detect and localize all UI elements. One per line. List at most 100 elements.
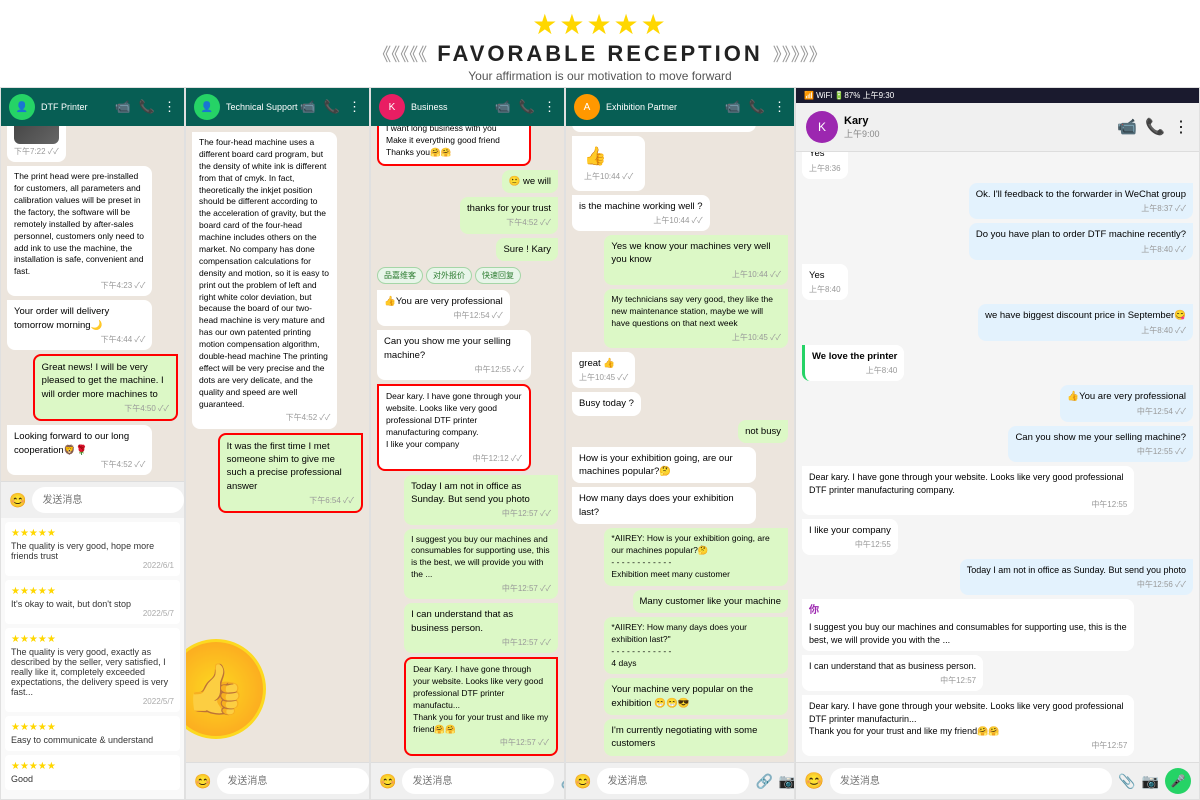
- msg-discount-sept: we have biggest discount price in Septem…: [978, 304, 1193, 340]
- favorable-subtitle: Your affirmation is our motivation to mo…: [0, 69, 1200, 83]
- video-icon-5[interactable]: 📹: [1117, 117, 1137, 137]
- chat-input-3[interactable]: [402, 768, 554, 794]
- chat-input-1[interactable]: [32, 487, 184, 513]
- msg-busy: Busy today ?: [572, 392, 641, 415]
- chat-messages-1: 🖨️ 下午7:22 ✓✓ The print head were pre-ins…: [1, 126, 184, 481]
- msg-text-popular-exhibition: Your machine very popular on the exhibit…: [611, 683, 781, 710]
- msg-plan-order: Do you have plan to order DTF machine re…: [969, 223, 1193, 259]
- chat-header-2: 👤 Technical Support 📹 📞 ⋮: [186, 88, 369, 126]
- msg-show-selling: Can you show me your selling machine? 中午…: [1008, 426, 1193, 462]
- msg-popular-exhibition: Your machine very popular on the exhibit…: [604, 678, 788, 715]
- review-stars-1: ★★★★★: [11, 528, 174, 539]
- phone-icon-2[interactable]: 📞: [324, 99, 340, 115]
- quick-reply-3[interactable]: 快速回复: [475, 267, 521, 284]
- chat-header-icons-1: 📹 📞 ⋮: [115, 99, 176, 115]
- menu-icon-5[interactable]: ⋮: [1173, 117, 1189, 137]
- msg-how-many-days: How many days does your exhibition last?: [572, 487, 756, 524]
- msg-text-not-office-r: Today I am not in office as Sunday. But …: [967, 564, 1186, 577]
- review-date-2: 2022/5/7: [11, 609, 174, 618]
- chat-input-4[interactable]: [597, 768, 749, 794]
- mic-btn-5[interactable]: 🎤: [1165, 768, 1191, 794]
- review-item-5: ★★★★★ Good: [5, 755, 180, 790]
- msg-text-yes-2: Yes: [809, 269, 841, 282]
- phone-icon-5[interactable]: 📞: [1145, 117, 1165, 137]
- review-stars-5: ★★★★★: [11, 761, 174, 772]
- msg-many-customer: Many customer like your machine: [633, 590, 789, 613]
- msg-time-trust-r: 中午12:57: [809, 740, 1127, 751]
- camera-icon-5[interactable]: 📷: [1142, 773, 1159, 790]
- chat-header-left-4: A Exhibition Partner: [574, 94, 677, 120]
- msg-trust-friend-r: Dear kary. I have gone through your webs…: [802, 695, 1134, 756]
- chat-messages-4: 今天 dear 上午10:39 ✓✓ is everything going w…: [566, 126, 794, 762]
- msg-feedback-forwarder: Ok. I'll feedback to the forwarder in We…: [969, 183, 1193, 219]
- attach-icon-5[interactable]: 📎: [1118, 773, 1135, 790]
- msg-time-show-selling: 中午12:55 ✓✓: [1015, 446, 1186, 457]
- reviews-section: ★★★★★ The quality is very good, hope mor…: [1, 518, 184, 799]
- msg-exhibition-going: How is your exhibition going, are our ma…: [572, 447, 756, 484]
- msg-fourhead: The four-head machine uses a different b…: [192, 132, 337, 429]
- msg-like-company-r: I like your company 中午12:55: [802, 519, 898, 555]
- msg-very-professional-r: 👍You are very professional 中午12:54 ✓✓: [1060, 385, 1193, 421]
- camera-icon-4[interactable]: 📷: [779, 773, 795, 790]
- msg-time-show: 中午12:55 ✓✓: [384, 364, 524, 375]
- msg-wewill: 🙂 we will: [502, 170, 558, 193]
- chat-name-4: Exhibition Partner: [606, 102, 677, 112]
- menu-icon-3[interactable]: ⋮: [543, 99, 556, 115]
- msg-4days: *AIIREY: How many days does your exhibit…: [604, 617, 788, 675]
- chevrons-left: 《《《《《: [373, 41, 427, 67]
- emoji-btn-5[interactable]: 😊: [804, 771, 824, 791]
- msg-install-yourself: wow , you install yourself without any o…: [572, 126, 756, 132]
- msg-time-understand: 中午12:57 ✓✓: [411, 637, 551, 648]
- msg-text-plan-order: Do you have plan to order DTF machine re…: [976, 228, 1186, 241]
- msg-time-working: 上午10:44 ✓✓: [579, 215, 703, 226]
- quick-reply-1[interactable]: 品嘉维客: [377, 267, 423, 284]
- review-item-1: ★★★★★ The quality is very good, hope mor…: [5, 522, 180, 576]
- msg-great: great 👍 上午10:45 ✓✓: [572, 352, 635, 388]
- link-icon-4[interactable]: 🔗: [755, 773, 772, 790]
- phone-icon-4[interactable]: 📞: [749, 99, 765, 115]
- panel-reviews-chat: 👤 DTF Printer 📹 📞 ⋮ 🖨️ 下午7:22 ✓✓ The pri…: [0, 87, 185, 800]
- msg-know-machines: Yes we know your machines very well you …: [604, 235, 788, 285]
- msg-love-printer: We love the printer 上午8:40: [802, 345, 904, 381]
- msg-negotiating: I'm currently negotiating with some cust…: [604, 719, 788, 756]
- chat-header-icons-3: 📹 📞 ⋮: [495, 99, 556, 115]
- emoji-icon-2[interactable]: 😊: [194, 773, 211, 790]
- phone-icon-3[interactable]: 📞: [519, 99, 535, 115]
- msg-text-not-busy: not busy: [745, 425, 781, 438]
- review-date-3: 2022/5/7: [11, 697, 174, 706]
- panel-exhibition-chat: A Exhibition Partner 📹 📞 ⋮ 今天 dear 上午10:…: [565, 87, 795, 800]
- msg-text-firsttime: It was the first time I met someone shim…: [227, 440, 354, 493]
- attach-icon-1[interactable]: 😊: [9, 492, 26, 509]
- emoji-icon-4[interactable]: 😊: [574, 773, 591, 790]
- menu-icon-1[interactable]: ⋮: [163, 99, 176, 115]
- msg-text-fourhead: The four-head machine uses a different b…: [199, 137, 330, 410]
- msg-thanks-trust: thanks for your trust 下午4:52 ✓✓: [460, 197, 558, 233]
- emoji-icon-3[interactable]: 😊: [379, 773, 396, 790]
- msg-text-great: great 👍: [579, 357, 628, 370]
- msg-time-img: 下午7:22 ✓✓: [14, 146, 59, 157]
- phone-icon-1[interactable]: 📞: [139, 99, 155, 115]
- msg-text-know-machines: Yes we know your machines very well you …: [611, 240, 781, 267]
- video-icon-1[interactable]: 📹: [115, 99, 131, 115]
- chat-info-5: Kary 上午9:00: [844, 115, 880, 140]
- quick-reply-2[interactable]: 对外报价: [426, 267, 472, 284]
- menu-icon-2[interactable]: ⋮: [348, 99, 361, 115]
- msg-time-great: 上午10:45 ✓✓: [579, 372, 628, 383]
- msg-time-feedback: 上午8:37 ✓✓: [976, 203, 1186, 214]
- review-text-2: It's okay to wait, but don't stop: [11, 599, 174, 609]
- video-icon-2[interactable]: 📹: [300, 99, 316, 115]
- chat-header-left-5: K Kary 上午9:00: [806, 111, 880, 143]
- chat-input-bar-5: 😊 📎 📷 🎤: [796, 762, 1199, 799]
- menu-icon-4[interactable]: ⋮: [773, 99, 786, 115]
- panel-business-chat: K Business 📹 📞 ⋮ Ok ok This is 1st shipm…: [370, 87, 565, 800]
- msg-yes-1: Yes 上午8:36: [802, 152, 848, 179]
- video-icon-4[interactable]: 📹: [725, 99, 741, 115]
- msg-cooperation: Looking forward to our long cooperation🦁…: [7, 425, 152, 475]
- msg-text-not-office: Today I am not in office as Sunday. But …: [411, 480, 551, 507]
- chat-input-5[interactable]: [830, 768, 1112, 794]
- msg-sure-kary: Sure ! Kary: [496, 238, 558, 261]
- video-icon-3[interactable]: 📹: [495, 99, 511, 115]
- msg-time-firsttime: 下午6:54 ✓✓: [227, 495, 354, 506]
- chat-input-2[interactable]: [217, 768, 369, 794]
- panel-technical-chat: 👤 Technical Support 📹 📞 ⋮ The four-head …: [185, 87, 370, 800]
